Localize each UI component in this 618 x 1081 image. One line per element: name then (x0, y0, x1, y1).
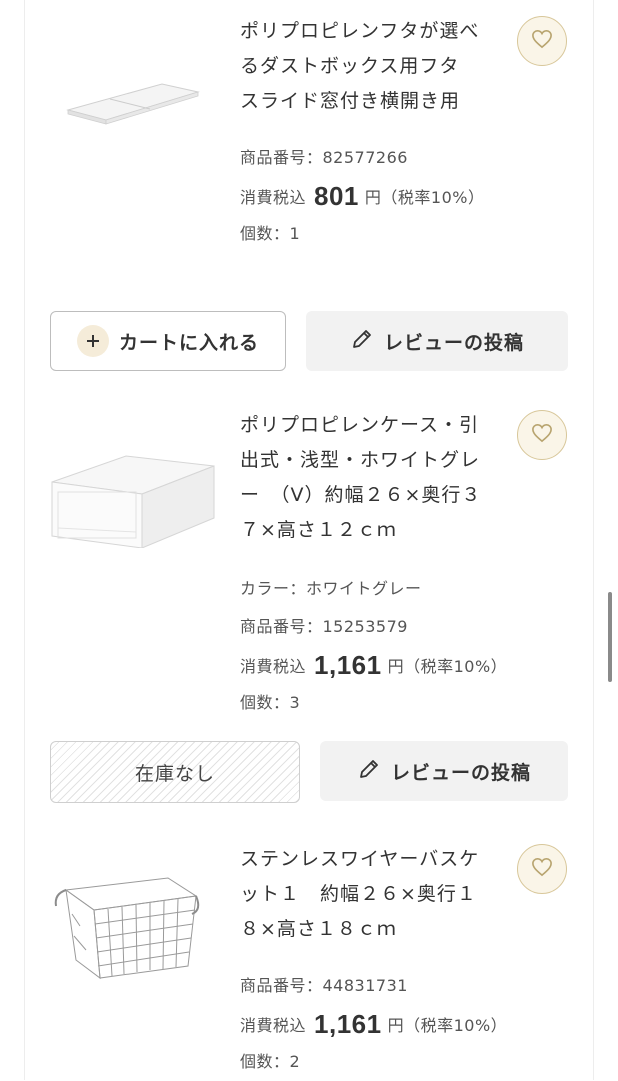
color-variant: カラー：ホワイトグレー (240, 579, 422, 598)
price-suffix: 円（税率10%） (364, 188, 485, 207)
product-title[interactable]: ステンレスワイヤーバスケット１ 約幅２６×奥行１８×高さ１８ｃｍ (240, 842, 490, 947)
wire-basket-drawing (54, 877, 200, 980)
heart-icon (531, 423, 553, 447)
price-suffix: 円（税率10%） (387, 657, 508, 676)
add-to-cart-button[interactable]: カートに入れる (50, 311, 286, 371)
plus-icon (76, 325, 109, 357)
item-number: 商品番号：44831731 (240, 976, 408, 995)
price-prefix: 消費税込 (240, 657, 307, 676)
add-to-cart-label: カートに入れる (118, 331, 259, 354)
product-image-wire-basket[interactable] (50, 866, 202, 988)
product-image-dustbox-lid[interactable] (50, 72, 200, 136)
price-value: 801 (314, 181, 359, 211)
write-review-label: レビューの投稿 (383, 331, 524, 354)
scrollbar-thumb[interactable] (608, 592, 612, 682)
pencil-icon (350, 327, 384, 356)
write-review-label: レビューの投稿 (390, 761, 531, 784)
price-prefix: 消費税込 (240, 1016, 307, 1035)
favorite-button[interactable] (517, 844, 567, 894)
out-of-stock-button: 在庫なし (50, 741, 300, 803)
quantity: 個数：2 (240, 1052, 301, 1071)
pencil-icon (357, 757, 391, 786)
quantity: 個数：3 (240, 693, 301, 712)
quantity: 個数：1 (240, 224, 301, 243)
item-number: 商品番号：15253579 (240, 617, 408, 636)
item-number: 商品番号：82577266 (240, 148, 408, 167)
price-line: 消費税込 801 円（税率10%） (240, 177, 490, 215)
product-image-storage-case[interactable] (50, 452, 216, 552)
write-review-button[interactable]: レビューの投稿 (320, 741, 568, 801)
price-line: 消費税込 1,161 円（税率10%） (240, 1005, 507, 1043)
favorite-button[interactable] (517, 410, 567, 460)
product-title[interactable]: ポリプロピレンケース・引出式・浅型・ホワイトグレー （V）約幅２６×奥行３７×高… (240, 408, 490, 548)
out-of-stock-label: 在庫なし (134, 762, 215, 785)
price-line: 消費税込 1,161 円（税率10%） (240, 646, 507, 684)
heart-icon (531, 29, 553, 53)
product-title[interactable]: ポリプロピレンフタが選べるダストボックス用フタ スライド窓付き横開き用 (240, 14, 490, 119)
favorite-button[interactable] (517, 16, 567, 66)
price-prefix: 消費税込 (240, 188, 307, 207)
price-value: 1,161 (314, 1009, 382, 1039)
write-review-button[interactable]: レビューの投稿 (306, 311, 568, 371)
price-value: 1,161 (314, 650, 382, 680)
heart-icon (531, 857, 553, 881)
price-suffix: 円（税率10%） (387, 1016, 508, 1035)
